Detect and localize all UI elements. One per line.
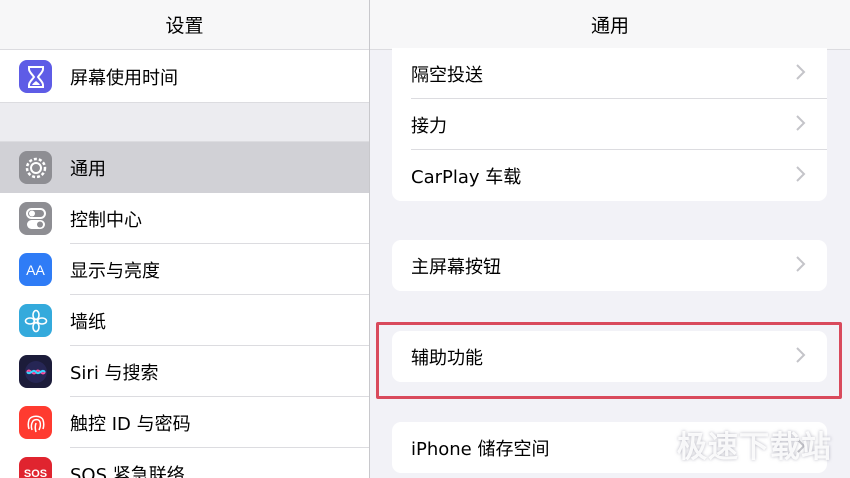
row-carplay[interactable]: CarPlay 车载 bbox=[392, 150, 827, 201]
sidebar-item-control-center[interactable]: 控制中心 bbox=[0, 193, 369, 244]
text-size-icon: AA bbox=[19, 253, 52, 286]
sidebar-item-emergency-sos[interactable]: SOS SOS 紧急联络 bbox=[0, 448, 369, 478]
siri-icon bbox=[19, 355, 52, 388]
pane-title: 通用 bbox=[370, 0, 850, 50]
flower-icon bbox=[19, 304, 52, 337]
chevron-right-icon bbox=[796, 64, 806, 80]
sidebar-item-label: Siri 与搜索 bbox=[70, 362, 159, 384]
row-airdrop[interactable]: 隔空投送 bbox=[392, 48, 827, 99]
chevron-right-icon bbox=[796, 115, 806, 131]
toggles-icon bbox=[19, 202, 52, 235]
row-label: 隔空投送 bbox=[411, 64, 483, 86]
sidebar-title: 设置 bbox=[0, 0, 369, 50]
sidebar-item-label: 墙纸 bbox=[70, 311, 106, 333]
row-handoff[interactable]: 接力 bbox=[392, 99, 827, 150]
sidebar-item-label: 控制中心 bbox=[70, 209, 142, 231]
row-label: iPhone 储存空间 bbox=[411, 438, 550, 460]
sidebar-item-label: 通用 bbox=[70, 158, 106, 180]
chevron-right-icon bbox=[796, 256, 806, 272]
sidebar-item-general[interactable]: 通用 bbox=[0, 142, 369, 193]
gear-icon bbox=[19, 151, 52, 184]
settings-sidebar: 设置 屏幕使用时间 通用 控制中心 AA 显示与亮度 墙纸 Siri 与搜索 触… bbox=[0, 0, 369, 478]
sidebar-item-label: 屏幕使用时间 bbox=[70, 67, 178, 89]
sidebar-item-label: SOS 紧急联络 bbox=[70, 464, 185, 478]
row-label: 主屏幕按钮 bbox=[411, 256, 501, 278]
sidebar-item-touch-id-passcode[interactable]: 触控 ID 与密码 bbox=[0, 397, 369, 448]
row-label: 接力 bbox=[411, 115, 447, 137]
hourglass-icon bbox=[19, 60, 52, 93]
row-label: CarPlay 车载 bbox=[411, 166, 522, 188]
row-home-button[interactable]: 主屏幕按钮 bbox=[392, 240, 827, 291]
sidebar-item-label: 触控 ID 与密码 bbox=[70, 413, 191, 435]
sidebar-section-gap bbox=[0, 102, 369, 142]
sidebar-item-display-brightness[interactable]: AA 显示与亮度 bbox=[0, 244, 369, 295]
watermark: 极速下载站 bbox=[677, 430, 832, 465]
highlight-box bbox=[376, 322, 842, 399]
general-settings-pane: 通用 隔空投送 接力 CarPlay 车载 主屏幕按钮 辅助功能 iPhone … bbox=[370, 0, 850, 478]
chevron-right-icon bbox=[796, 166, 806, 182]
fingerprint-icon bbox=[19, 406, 52, 439]
sidebar-item-wallpaper[interactable]: 墙纸 bbox=[0, 295, 369, 346]
sidebar-item-siri-search[interactable]: Siri 与搜索 bbox=[0, 346, 369, 397]
sidebar-item-screen-time[interactable]: 屏幕使用时间 bbox=[0, 51, 369, 102]
settings-group-continuity: 隔空投送 接力 CarPlay 车载 bbox=[392, 48, 827, 201]
settings-group-home-button: 主屏幕按钮 bbox=[392, 240, 827, 291]
sidebar-item-label: 显示与亮度 bbox=[70, 260, 160, 282]
sos-icon: SOS bbox=[19, 457, 52, 478]
